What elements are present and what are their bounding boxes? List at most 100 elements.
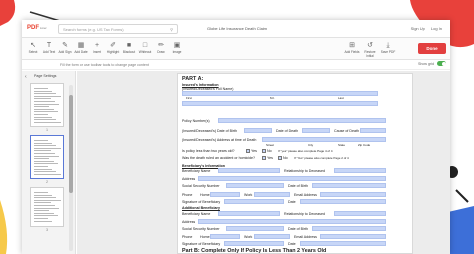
draw-icon: ✏ <box>158 42 164 49</box>
done-button[interactable]: Done <box>418 43 446 54</box>
add-date-tool[interactable]: ▦ Add Date <box>73 41 89 54</box>
beneficiary-signature-field[interactable] <box>224 199 284 204</box>
add-sign-tool[interactable]: ✎ Add Sign <box>57 41 73 54</box>
insert-tool[interactable]: + Insert <box>89 41 105 54</box>
image-tool[interactable]: ▣ Image <box>169 41 185 54</box>
insured-dob-field[interactable] <box>244 128 272 133</box>
date-of-death-field[interactable] <box>302 128 330 133</box>
cause-of-death-field[interactable] <box>360 128 386 133</box>
additional-address-field[interactable] <box>198 219 386 224</box>
thumbnail-line <box>34 145 57 147</box>
insured-name-field[interactable] <box>182 91 378 96</box>
accident-question: Was the death ruled an accident or homic… <box>182 156 255 160</box>
tool-label: Add Fields <box>344 50 360 54</box>
select-tool[interactable]: ↖ Select <box>25 41 41 54</box>
address-at-death-label: (Insured/Deceased's) Address at time of … <box>182 138 257 142</box>
draw-tool[interactable]: ✏ Draw <box>153 41 169 54</box>
additional-home-phone-field[interactable] <box>210 234 240 239</box>
policy-numbers-label: Policy Number(s) <box>182 119 210 123</box>
thumbnail-line <box>34 142 53 144</box>
show-grid-toggle[interactable] <box>437 61 446 66</box>
search-icon: ⚲ <box>170 26 173 32</box>
beneficiary-email-field[interactable] <box>320 192 386 197</box>
beneficiary-date-field[interactable] <box>300 199 386 204</box>
restore-initial-tool[interactable]: ↺ Restore Initial <box>362 41 378 58</box>
cause-of-death-label: Cause of Death <box>334 129 359 133</box>
addr-col-zip: Zip Code <box>358 143 371 147</box>
additional-ssn-field[interactable] <box>226 226 284 231</box>
beneficiary-address-field[interactable] <box>198 176 386 181</box>
additional-date-field[interactable] <box>300 241 386 246</box>
thumbnail-line <box>34 194 53 196</box>
additional-relationship-label: Relationship to Deceased <box>284 212 325 216</box>
additional-date-label: Date <box>288 242 296 246</box>
whiteout-tool[interactable]: □ Whiteout <box>137 41 153 54</box>
insured-dob-label: (Insured/Deceased's) Date of Birth <box>182 129 238 133</box>
additional-dob-field[interactable] <box>312 226 386 231</box>
beneficiary-email-label: Email Address <box>294 193 317 197</box>
search-input[interactable]: Search forms (e.g. US Tax Forms) ⚲ <box>58 24 178 34</box>
thumbnail-line <box>34 155 60 157</box>
beneficiary-dob-field[interactable] <box>312 183 386 188</box>
page-thumbnail-3[interactable] <box>30 187 64 227</box>
sign-up-link[interactable]: Sign Up <box>411 26 425 31</box>
thumbnail-line <box>34 212 54 214</box>
collapse-sidebar-icon[interactable]: ‹ <box>25 74 27 80</box>
thumbnail-line <box>34 202 51 204</box>
fields-icon: ⊞ <box>349 42 355 49</box>
thumbnail-line <box>34 160 54 162</box>
tool-label: Highlight <box>106 50 120 54</box>
pdf-page: PART A: Insured's Information (Insured/D… <box>177 73 413 254</box>
policy-age-no-checkbox[interactable] <box>262 149 266 153</box>
thumbnail-line <box>34 192 48 193</box>
name-col-last: Last <box>338 96 344 100</box>
sidebar-scrollbar[interactable] <box>69 85 73 251</box>
page-settings-button[interactable]: Page Settings <box>34 74 56 78</box>
save-pdf-tool[interactable]: ⤓ Save PDF <box>380 41 396 54</box>
accident-no-checkbox[interactable] <box>278 156 282 160</box>
add-text-tool[interactable]: T Add Text <box>41 41 57 54</box>
highlight-tool[interactable]: ✐ Highlight <box>105 41 121 54</box>
additional-home-label: Home <box>200 235 210 239</box>
beneficiary-work-phone-field[interactable] <box>254 192 290 197</box>
thumbnail-line <box>34 98 51 100</box>
accident-yes-label: Yes <box>267 156 273 160</box>
address-at-death-field[interactable] <box>262 137 386 142</box>
addr-col-state: State <box>338 143 346 147</box>
relationship-field[interactable] <box>334 168 386 173</box>
additional-beneficiary-name-field[interactable] <box>218 211 280 216</box>
additional-email-field[interactable] <box>320 234 386 239</box>
additional-beneficiary-name-label: Beneficiary Name <box>182 212 211 216</box>
thumbnail-line <box>34 171 57 173</box>
additional-phone-label: Phone <box>182 235 193 239</box>
additional-relationship-field[interactable] <box>334 211 386 216</box>
log-in-link[interactable]: Log In <box>431 26 442 31</box>
insured-name-field-2[interactable] <box>182 101 378 106</box>
beneficiary-date-label: Date <box>288 200 296 204</box>
sidebar-scroll-thumb[interactable] <box>69 95 73 193</box>
logo[interactable]: PDFLiner <box>27 25 47 31</box>
accident-yes-checkbox[interactable] <box>262 156 266 160</box>
additional-work-phone-field[interactable] <box>254 234 290 239</box>
additional-work-label: Work <box>244 235 253 239</box>
plus-icon: + <box>94 42 100 49</box>
page-thumbnail-2[interactable] <box>30 135 64 179</box>
beneficiary-home-label: Home <box>200 193 210 197</box>
pdf-editor-window: PDFLiner Search forms (e.g. US Tax Forms… <box>22 20 450 254</box>
policy-age-yes-checkbox[interactable] <box>246 149 250 153</box>
thumbnail-line <box>34 147 61 149</box>
beneficiary-ssn-field[interactable] <box>226 183 284 188</box>
beneficiary-address-label: Address <box>182 177 196 181</box>
accident-no-label: No <box>283 156 288 160</box>
additional-signature-field[interactable] <box>224 241 284 246</box>
beneficiary-name-label: Beneficiary Name <box>182 169 211 173</box>
policy-numbers-field[interactable] <box>218 118 386 123</box>
page-thumbnail-1[interactable] <box>30 83 64 127</box>
beneficiary-name-field[interactable] <box>218 168 280 173</box>
show-grid-control[interactable]: Show grid <box>418 61 446 66</box>
blackout-tool[interactable]: ■ Blackout <box>121 41 137 54</box>
thumbnail-line <box>34 163 58 165</box>
add-fields-tool[interactable]: ⊞ Add Fields <box>344 41 360 54</box>
beneficiary-home-phone-field[interactable] <box>210 192 240 197</box>
relationship-label: Relationship to Deceased <box>284 169 325 173</box>
